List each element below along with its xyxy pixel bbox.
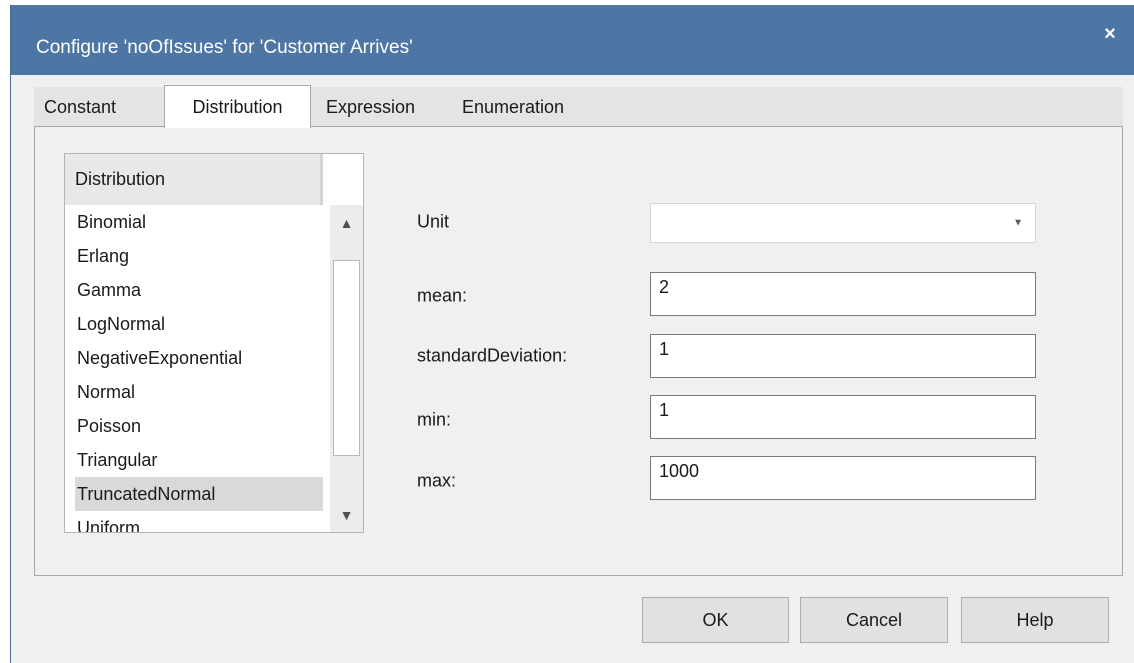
distribution-list[interactable]: Distribution Binomial Erlang Gamma LogNo… — [64, 153, 364, 533]
chevron-down-icon[interactable]: ▼ — [1013, 218, 1023, 229]
list-item-negativeexponential[interactable]: NegativeExponential — [75, 341, 323, 375]
list-item-truncatednormal[interactable]: TruncatedNormal — [75, 477, 323, 511]
list-item-poisson[interactable]: Poisson — [75, 409, 323, 443]
list-item-erlang[interactable]: Erlang — [75, 239, 323, 273]
unit-dropdown[interactable]: ▼ — [650, 203, 1036, 243]
title-bar: Configure 'noOfIssues' for 'Customer Arr… — [11, 5, 1134, 75]
list-item-normal[interactable]: Normal — [75, 375, 323, 409]
help-button[interactable]: Help — [961, 597, 1109, 643]
chevron-up-icon[interactable]: ▲ — [330, 208, 363, 238]
min-input[interactable] — [650, 395, 1036, 439]
list-item-uniform[interactable]: Uniform — [75, 511, 323, 533]
mean-label: mean: — [417, 285, 468, 306]
tab-distribution[interactable]: Distribution — [164, 85, 311, 128]
list-column-header[interactable]: Distribution — [65, 154, 323, 205]
tab-constant[interactable]: Constant — [44, 87, 150, 127]
max-label: max: — [417, 470, 457, 491]
list-scrollbar[interactable]: ▲ ▼ — [330, 205, 363, 532]
min-label: min: — [417, 409, 452, 430]
close-icon[interactable]: × — [1096, 20, 1124, 48]
standard-deviation-input[interactable] — [650, 334, 1036, 378]
list-item-triangular[interactable]: Triangular — [75, 443, 323, 477]
tab-strip: Constant Distribution Expression Enumera… — [34, 85, 1123, 128]
ok-button[interactable]: OK — [642, 597, 789, 643]
max-input[interactable] — [650, 456, 1036, 500]
chevron-down-icon[interactable]: ▼ — [330, 500, 363, 530]
tab-expression[interactable]: Expression — [326, 87, 446, 127]
unit-label: Unit — [417, 211, 450, 232]
list-item-binomial[interactable]: Binomial — [75, 205, 323, 239]
cancel-button[interactable]: Cancel — [800, 597, 948, 643]
standard-deviation-label: standardDeviation: — [417, 345, 568, 366]
dialog-title: Configure 'noOfIssues' for 'Customer Arr… — [36, 37, 413, 58]
list-item-lognormal[interactable]: LogNormal — [75, 307, 323, 341]
list-item-gamma[interactable]: Gamma — [75, 273, 323, 307]
scrollbar-thumb[interactable] — [333, 260, 360, 456]
tab-enumeration[interactable]: Enumeration — [462, 87, 602, 127]
mean-input[interactable] — [650, 272, 1036, 316]
